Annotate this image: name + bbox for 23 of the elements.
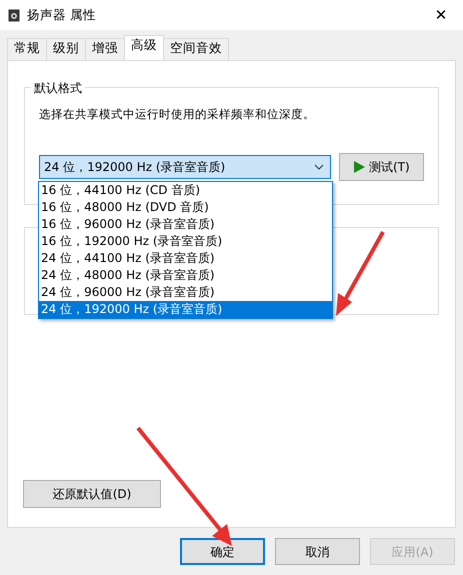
tab[interactable]: 空间音效: [163, 38, 229, 60]
dropdown-option[interactable]: 24 位，192000 Hz (录音室音质): [39, 301, 332, 318]
play-icon: [352, 160, 366, 174]
dialog-button[interactable]: 确定: [180, 538, 265, 565]
tab[interactable]: 高级: [124, 35, 164, 60]
speaker-icon: [8, 8, 20, 22]
description-text: 选择在共享模式中运行时使用的采样频率和位深度。: [39, 106, 316, 123]
dropdown-option[interactable]: 16 位，48000 Hz (DVD 音质): [39, 199, 332, 216]
format-dropdown[interactable]: 24 位，192000 Hz (录音室音质): [39, 155, 331, 180]
group-title: 默认格式: [31, 79, 85, 97]
tab[interactable]: 常规: [7, 38, 47, 60]
dropdown-option[interactable]: 16 位，192000 Hz (录音室音质): [39, 233, 332, 250]
window-title: 扬声器 属性: [27, 6, 96, 24]
test-button[interactable]: 测试(T): [338, 153, 424, 182]
dropdown-option[interactable]: 24 位，44100 Hz (录音室音质): [39, 250, 332, 267]
dropdown-option[interactable]: 24 位，48000 Hz (录音室音质): [39, 267, 332, 284]
dialog-button[interactable]: 取消: [275, 538, 360, 565]
dropdown-option[interactable]: 16 位，96000 Hz (录音室音质): [39, 216, 332, 233]
dropdown-option[interactable]: 16 位，44100 Hz (CD 音质): [39, 182, 332, 199]
dropdown-option[interactable]: 24 位，96000 Hz (录音室音质): [39, 284, 332, 301]
close-button[interactable]: ✕: [419, 0, 463, 30]
restore-defaults-button[interactable]: 还原默认值(D): [23, 480, 161, 508]
chevron-icon: [314, 164, 324, 170]
